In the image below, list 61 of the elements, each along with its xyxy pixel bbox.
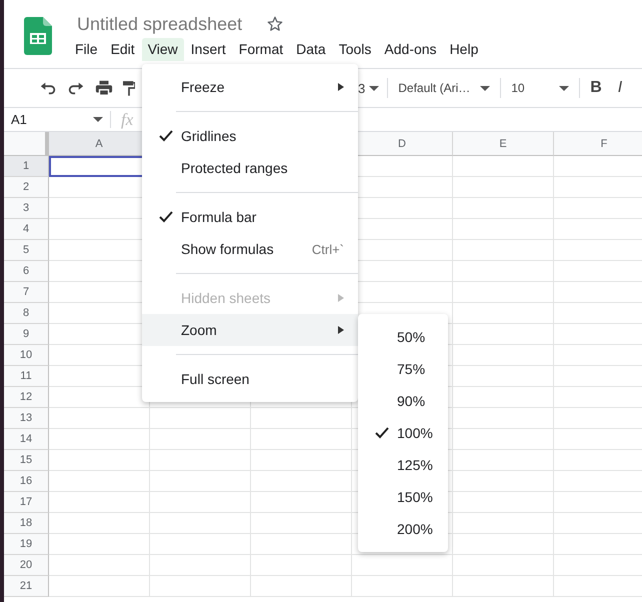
number-format-button[interactable]: 3 [356, 75, 382, 101]
row-header[interactable]: 8 [4, 303, 49, 324]
name-box[interactable]: A1 [4, 112, 110, 127]
row-header[interactable]: 10 [4, 345, 49, 366]
bold-button[interactable]: B [586, 75, 606, 101]
menu-bar-item[interactable]: File [69, 38, 104, 61]
caret-icon [369, 86, 380, 90]
row-header[interactable]: 21 [4, 576, 49, 597]
zoom-option[interactable]: 200% [358, 513, 448, 545]
document-title[interactable]: Untitled spreadsheet [75, 14, 244, 34]
row-header[interactable]: 16 [4, 471, 49, 492]
row-header[interactable]: 18 [4, 513, 49, 534]
menu-item[interactable]: Zoom [142, 314, 358, 346]
row-header[interactable]: 4 [4, 219, 49, 240]
row-header[interactable]: 20 [4, 555, 49, 576]
row-header[interactable]: 5 [4, 240, 49, 261]
star-icon[interactable] [266, 15, 284, 33]
menu-item[interactable]: Formula bar [142, 201, 358, 233]
italic-button[interactable]: I [614, 75, 626, 101]
menu-item[interactable]: Show formulas Ctrl+` [142, 233, 358, 265]
row-header[interactable]: 11 [4, 366, 49, 387]
paint-roller-icon[interactable] [123, 79, 135, 97]
row-header[interactable]: 3 [4, 198, 49, 219]
font-size-dropdown[interactable]: 10 [507, 75, 574, 101]
menu-bar-item[interactable]: Tools [332, 38, 378, 61]
caret-icon [93, 117, 103, 122]
font-dropdown[interactable]: Default (Ari… [394, 75, 494, 101]
zoom-option[interactable]: 75% [358, 353, 448, 385]
row-header[interactable]: 2 [4, 177, 49, 198]
row-header[interactable]: 14 [4, 429, 49, 450]
row-header[interactable]: 6 [4, 261, 49, 282]
spreadsheet-logo-icon[interactable] [24, 17, 52, 55]
menu-bar-item[interactable]: Format [232, 38, 290, 61]
row-header[interactable]: 9 [4, 324, 49, 345]
menu-item[interactable]: Freeze [142, 71, 358, 103]
shortcut-label: Ctrl+` [312, 242, 344, 256]
menu-bar-item[interactable]: Edit [104, 38, 141, 61]
row-header[interactable]: 17 [4, 492, 49, 513]
zoom-option[interactable]: 150% [358, 481, 448, 513]
caret-icon [559, 86, 570, 90]
function-label: fx [121, 110, 134, 130]
menu-item[interactable]: Full screen [142, 363, 358, 395]
menu-bar-item[interactable]: Add-ons [378, 38, 443, 61]
row-header[interactable]: 7 [4, 282, 49, 303]
caret-icon [480, 86, 490, 90]
zoom-option[interactable]: 125% [358, 449, 448, 481]
row-header[interactable]: 12 [4, 387, 49, 408]
row-header[interactable]: 13 [4, 408, 49, 429]
zoom-option[interactable]: 100% [358, 417, 448, 449]
zoom-option[interactable]: 90% [358, 385, 448, 417]
menu-bar-item[interactable]: Insert [184, 38, 232, 61]
column-header[interactable]: E [453, 132, 554, 156]
menu-bar-item[interactable]: Data [290, 38, 332, 61]
row-header[interactable]: 15 [4, 450, 49, 471]
row-header[interactable]: 1 [4, 156, 49, 177]
row-header[interactable]: 19 [4, 534, 49, 555]
column-header[interactable]: F [554, 132, 642, 156]
menu-bar-item[interactable]: Help [444, 38, 484, 61]
menu-bar-item[interactable]: View [142, 38, 184, 61]
zoom-option[interactable]: 50% [358, 321, 448, 353]
print-icon[interactable] [95, 79, 113, 97]
